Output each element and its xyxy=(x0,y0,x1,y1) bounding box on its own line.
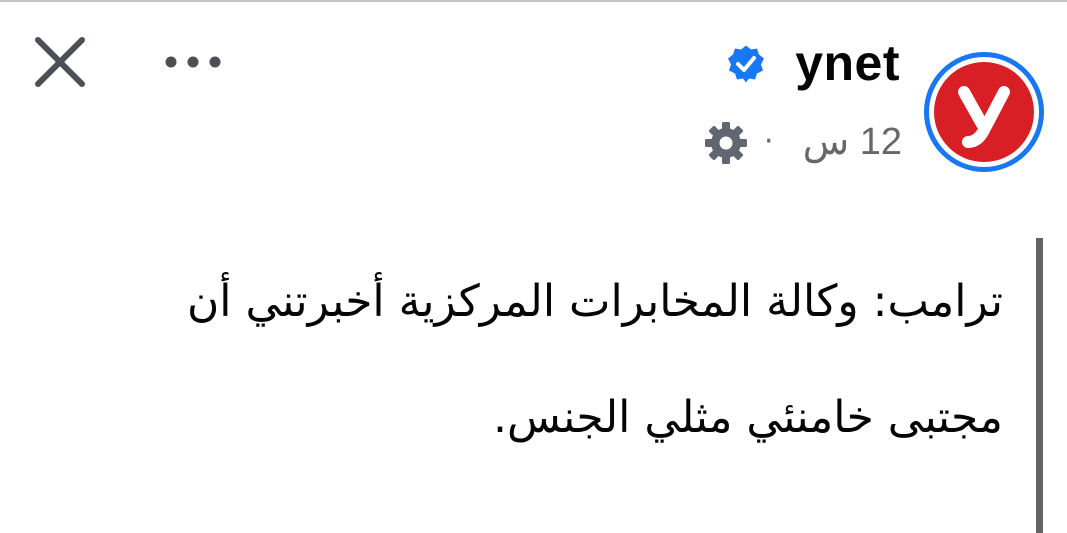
meta-separator: · xyxy=(764,124,774,159)
top-divider xyxy=(0,0,1067,2)
post-time[interactable]: 12 س xyxy=(803,116,902,168)
close-icon xyxy=(35,37,85,87)
avatar[interactable] xyxy=(924,52,1044,172)
verified-badge-icon xyxy=(726,44,766,84)
close-button[interactable] xyxy=(28,30,92,94)
post-meta: 12 س · xyxy=(700,116,905,168)
gear-icon[interactable] xyxy=(703,120,749,166)
page-name[interactable]: ynet xyxy=(795,28,900,98)
ynet-logo xyxy=(934,62,1034,162)
more-options-button[interactable] xyxy=(158,42,228,82)
more-horizontal-icon xyxy=(165,56,221,68)
post-viewer: ynet 12 س · ترامب: وكالة المخابرات المرك… xyxy=(0,0,1067,533)
post-text: ترامب: وكالة المخابرات المركزية أخبرتني … xyxy=(186,276,1003,443)
quote-bar xyxy=(1036,238,1043,533)
